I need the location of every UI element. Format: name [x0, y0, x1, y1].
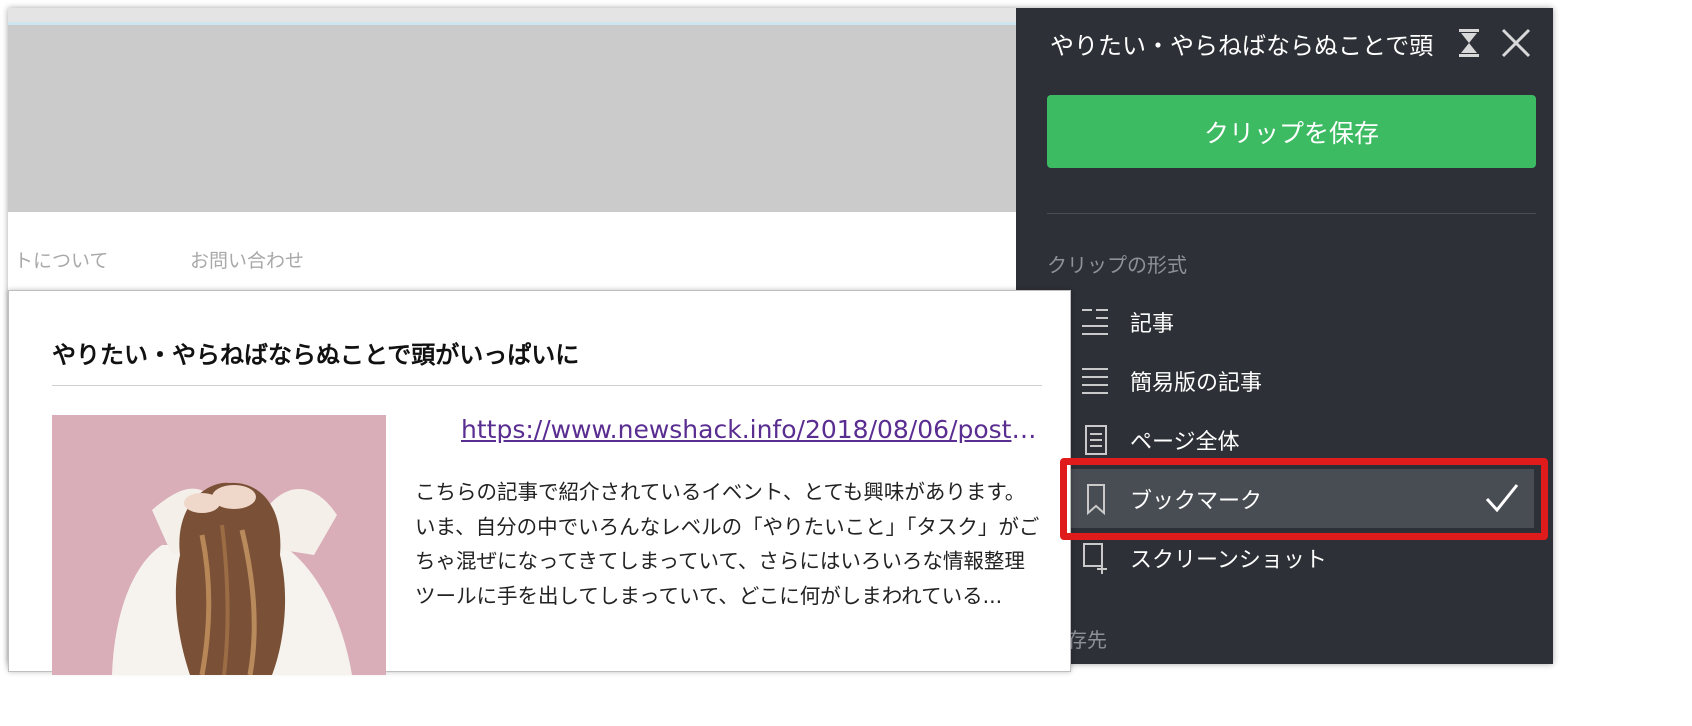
divider	[1047, 213, 1536, 214]
bookmark-icon	[1087, 484, 1105, 515]
article-icon	[1082, 309, 1108, 335]
close-icon[interactable]	[1499, 26, 1533, 60]
article-url-link[interactable]: https://www.newshack.info/2018/08/06/pos…	[461, 415, 1041, 444]
format-label: ブックマーク	[1130, 489, 1263, 514]
checkmark-icon	[1485, 484, 1519, 513]
clipper-sidebar: やりたい・やらねばならぬことで頭 クリップを保存 クリップの形式 記事 簡易版の…	[1016, 8, 1553, 664]
article-excerpt: こちらの記事で紹介されているイベント、とても興味があります。 いま、自分の中でい…	[415, 480, 1040, 608]
nav-link-contact[interactable]: お問い合わせ	[190, 246, 304, 273]
format-option-bookmark[interactable]: ブックマーク	[1056, 469, 1534, 528]
page-top-accent-line	[8, 22, 1016, 25]
clip-format-heading: クリップの形式	[1047, 253, 1187, 277]
thumbnail-image	[52, 415, 386, 675]
format-option-article[interactable]: 記事	[1056, 292, 1534, 351]
nav-link-about[interactable]: トについて	[14, 246, 108, 273]
page-top-bar	[8, 8, 1016, 22]
format-label: スクリーンショット	[1130, 548, 1327, 573]
format-label: 記事	[1130, 312, 1175, 337]
article-thumbnail	[52, 415, 386, 675]
hourglass-icon	[1459, 29, 1479, 57]
format-option-screenshot[interactable]: スクリーンショット	[1056, 528, 1534, 587]
format-option-full-page[interactable]: ページ全体	[1056, 410, 1534, 469]
screenshot-icon	[1083, 543, 1107, 574]
simplified-article-icon	[1082, 368, 1108, 394]
card-divider	[52, 385, 1042, 386]
full-page-icon	[1085, 425, 1107, 455]
page-header-banner	[8, 8, 1016, 212]
save-clip-button[interactable]: クリップを保存	[1047, 95, 1536, 168]
format-label: 簡易版の記事	[1130, 371, 1263, 396]
format-option-simplified-article[interactable]: 簡易版の記事	[1056, 351, 1534, 410]
format-label: ページ全体	[1130, 430, 1240, 455]
clip-title[interactable]: やりたい・やらねばならぬことで頭	[1050, 26, 1438, 61]
bookmark-preview-card: やりたい・やらねばならぬことで頭がいっぱいに https://www.newsh…	[8, 290, 1071, 675]
card-title: やりたい・やらねばならぬことで頭がいっぱいに	[52, 341, 580, 369]
